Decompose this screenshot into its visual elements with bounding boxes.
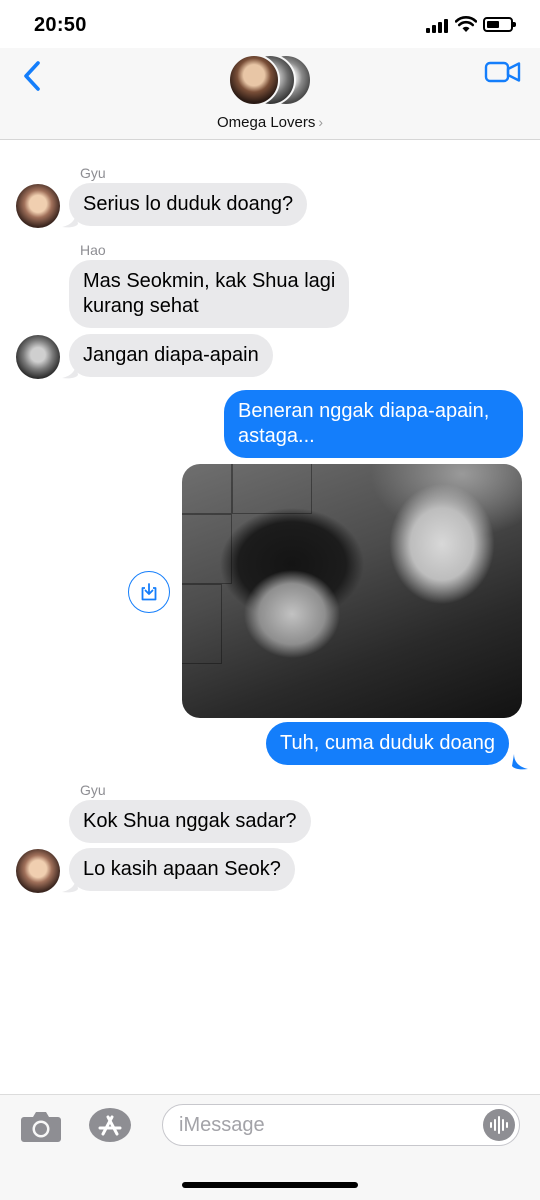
avatar[interactable] [16, 849, 60, 893]
battery-icon [483, 17, 516, 32]
group-name[interactable]: Omega Lovers › [0, 114, 540, 131]
video-call-button[interactable] [484, 58, 522, 86]
status-bar: 20:50 [0, 0, 540, 48]
sender-name: Hao [80, 242, 106, 258]
incoming-message-bubble[interactable]: Jangan diapa-apain [69, 334, 273, 377]
chevron-left-icon [24, 61, 40, 91]
message-text-line: astaga... [238, 425, 315, 447]
incoming-message-bubble[interactable]: Kok Shua nggak sadar? [69, 800, 311, 843]
message-text: Kok Shua nggak sadar? [83, 810, 297, 832]
app-store-button[interactable] [88, 1107, 132, 1143]
outgoing-message-bubble[interactable]: Tuh, cuma duduk doang [266, 722, 509, 765]
download-button[interactable] [128, 571, 170, 613]
cellular-signal-icon [426, 19, 450, 33]
back-button[interactable] [14, 56, 50, 96]
incoming-message-bubble[interactable]: Lo kasih apaan Seok? [69, 848, 295, 891]
avatar[interactable] [16, 184, 60, 228]
chat-header: Omega Lovers › [0, 48, 540, 140]
message-input-field[interactable] [162, 1104, 520, 1146]
audio-message-button[interactable] [483, 1109, 515, 1141]
chevron-right-icon: › [318, 114, 324, 130]
sender-name: Gyu [80, 165, 106, 181]
message-text: Serius lo duduk doang? [83, 193, 294, 215]
camera-button[interactable] [20, 1109, 62, 1143]
incoming-message-bubble[interactable]: Mas Seokmin, kak Shua lagi kurang sehat [69, 260, 350, 328]
message-text: Jangan diapa-apain [83, 344, 259, 366]
download-icon [141, 583, 157, 601]
group-avatar-stack[interactable] [228, 54, 314, 108]
message-text-line: Mas Seokmin, kak Shua lagi [83, 270, 336, 292]
audio-waveform-icon [490, 1116, 508, 1134]
incoming-message-bubble[interactable]: Serius lo duduk doang? [69, 183, 308, 226]
message-text-line: Beneran nggak diapa-apain, [238, 400, 490, 422]
bubble-tail [512, 754, 528, 770]
sender-name: Gyu [80, 782, 106, 798]
wifi-icon [455, 16, 477, 32]
avatar[interactable] [16, 335, 60, 379]
status-time: 20:50 [34, 14, 87, 36]
outgoing-message-bubble[interactable]: Beneran nggak diapa-apain, astaga... [224, 390, 523, 458]
message-input[interactable] [179, 1105, 479, 1145]
message-text: Tuh, cuma duduk doang [280, 732, 495, 754]
group-name-label: Omega Lovers [216, 114, 316, 131]
message-text-line: kurang sehat [83, 295, 199, 317]
home-indicator [0, 1182, 540, 1188]
photo-attachment[interactable] [182, 464, 522, 718]
message-text: Lo kasih apaan Seok? [83, 858, 281, 880]
avatar [228, 54, 280, 106]
